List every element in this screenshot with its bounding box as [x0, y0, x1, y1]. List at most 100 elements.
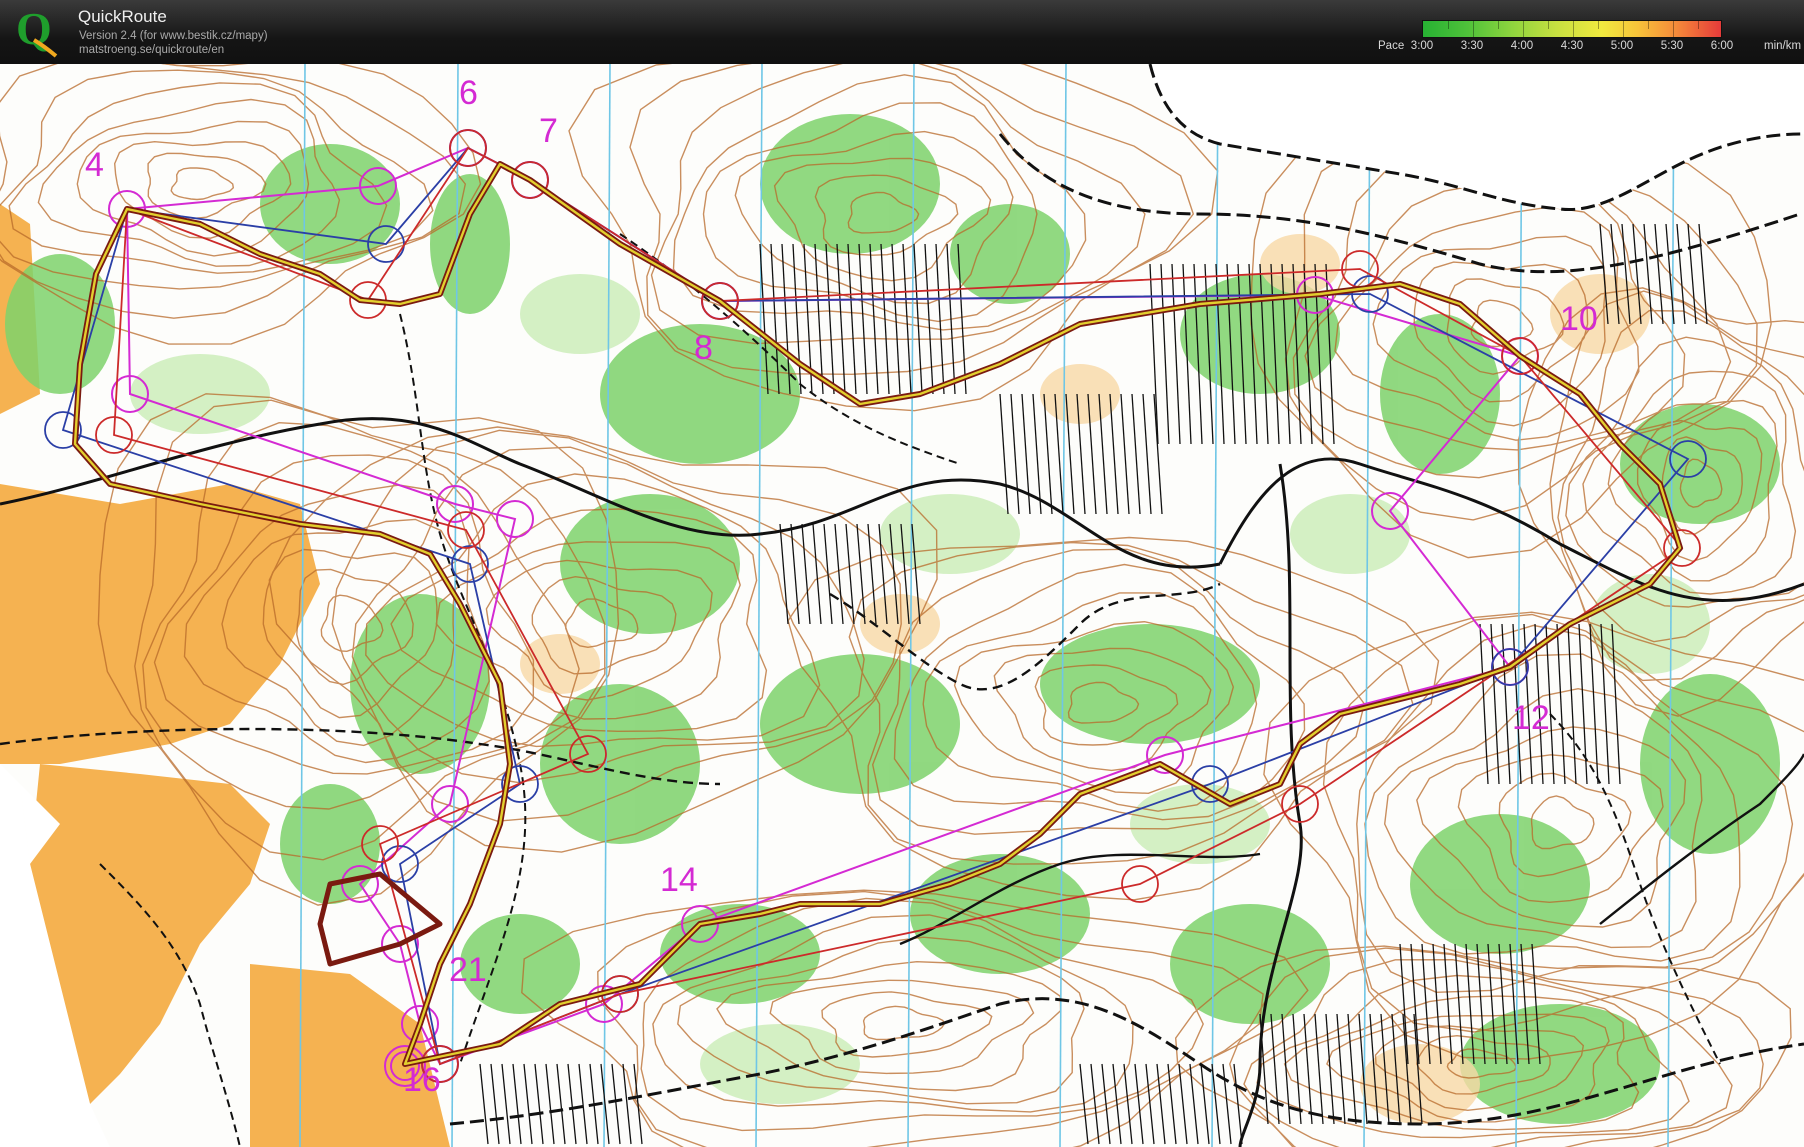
control-number-label: 14: [660, 861, 698, 899]
hatch-line: [1134, 1063, 1144, 1145]
hatch-line: [812, 523, 822, 625]
hatch-line: [633, 1063, 643, 1145]
map-canvas[interactable]: 4 6 7 8 10 12 14 16 21: [0, 64, 1804, 1147]
hatch-line: [1101, 1063, 1111, 1145]
orienteering-map[interactable]: 4 6 7 8 10 12 14 16 21: [0, 64, 1804, 1147]
hatch-line: [1314, 1013, 1324, 1125]
pace-scale-tick: [1673, 21, 1674, 37]
pace-legend: Pace 3:00 3:30 4:00 4:30 5:00 5:30 6:00 min/km: [1378, 8, 1802, 58]
hatch-line: [611, 1063, 621, 1145]
hatch-line: [1200, 1063, 1210, 1145]
hatch-line: [1153, 393, 1163, 515]
hatch-line: [1120, 393, 1130, 515]
app-version: Version 2.4 (for www.bestik.cz/mapy): [79, 30, 268, 42]
hatch-line: [869, 243, 879, 395]
contour-line: [862, 1005, 945, 1041]
hatch-line: [512, 1063, 522, 1145]
hatch-line: [1160, 263, 1170, 445]
hatch-line: [1567, 623, 1577, 785]
app-url: matstroeng.se/quickroute/en: [79, 44, 225, 56]
pace-scale-minor-tick: [1448, 21, 1449, 29]
pace-scale-tick: [1623, 21, 1624, 37]
control-number-label: 8: [694, 329, 713, 367]
hatch-line: [1654, 223, 1664, 325]
control-number-label: 10: [1560, 300, 1598, 338]
pace-tick-label: 4:30: [1560, 40, 1584, 52]
pace-scale-minor-tick: [1598, 21, 1599, 29]
pace-scale-minor-tick: [1648, 21, 1649, 29]
pace-tick-label: 3:30: [1460, 40, 1484, 52]
hatch-line: [501, 1063, 511, 1145]
pace-scale-tick: [1573, 21, 1574, 37]
hatch-line: [1303, 1013, 1313, 1125]
control-number-label: 21: [449, 951, 487, 989]
hatch-line: [1189, 1063, 1199, 1145]
hatch-line: [490, 1063, 500, 1145]
pace-tick-label: 6:00: [1710, 40, 1734, 52]
control-number-label: 7: [539, 112, 558, 150]
pace-scale-minor-tick: [1498, 21, 1499, 29]
hatch-line: [1270, 1013, 1280, 1125]
contour-line: [147, 152, 267, 220]
control-number-label: 12: [1512, 699, 1550, 737]
hatch-line: [1281, 1013, 1291, 1125]
app-title: QuickRoute: [78, 7, 167, 26]
hatch-line: [1336, 1013, 1346, 1125]
pace-scale-minor-tick: [1548, 21, 1549, 29]
hatch-line: [578, 1063, 588, 1145]
pace-scale-tick: [1523, 21, 1524, 37]
hatch-line: [836, 243, 846, 395]
hatch-line: [999, 393, 1009, 515]
hatch-line: [1589, 623, 1599, 785]
map-border-area: [1150, 64, 1804, 210]
hatch-line: [801, 523, 811, 625]
hatch-line: [790, 523, 800, 625]
pace-tick-label: 3:00: [1410, 40, 1434, 52]
hatch-line: [1131, 393, 1141, 515]
hatch-line: [1142, 393, 1152, 515]
control-number-label: 4: [85, 146, 104, 184]
pace-legend-prefix: Pace: [1378, 40, 1405, 52]
hatch-line: [1222, 1063, 1232, 1145]
hatch-line: [1167, 1063, 1177, 1145]
pace-legend-unit: min/km: [1764, 40, 1802, 52]
pace-color-scale: [1422, 20, 1722, 38]
hatch-line: [847, 243, 857, 395]
hatch-line: [556, 1063, 566, 1145]
quickroute-logo-icon: Q: [16, 6, 58, 58]
pace-tick-label: 5:30: [1660, 40, 1684, 52]
hatch-line: [523, 1063, 533, 1145]
pace-scale-tick: [1473, 21, 1474, 37]
hatch-line: [935, 243, 945, 395]
hatch-line: [1347, 1013, 1357, 1125]
hatch-line: [534, 1063, 544, 1145]
green-area: [1040, 624, 1260, 744]
hatch-line: [1479, 623, 1489, 785]
hatch-line: [858, 243, 868, 395]
hatch-line: [545, 1063, 555, 1145]
hatch-line: [1123, 1063, 1133, 1145]
hatch-line: [1010, 393, 1020, 515]
green-area: [560, 494, 740, 634]
hatch-line: [1178, 1063, 1188, 1145]
pace-scale-minor-tick: [1698, 21, 1699, 29]
hatch-line: [1090, 1063, 1100, 1145]
pace-tick-label: 5:00: [1610, 40, 1634, 52]
hatch-line: [1233, 1063, 1243, 1145]
hatch-line: [567, 1063, 577, 1145]
control-number-label: 16: [403, 1061, 441, 1099]
hatch-line: [779, 523, 789, 625]
quickroute-window: Q QuickRoute Version 2.4 (for www.bestik…: [0, 0, 1804, 1147]
app-header: Q QuickRoute Version 2.4 (for www.bestik…: [0, 0, 1804, 64]
hatch-line: [834, 523, 844, 625]
hatch-line: [1676, 223, 1686, 325]
green-area: [1410, 814, 1590, 954]
control-number-label: 6: [459, 74, 478, 112]
hatch-line: [1109, 393, 1119, 515]
hatch-line: [1149, 263, 1159, 445]
hatch-line: [479, 1063, 489, 1145]
hatch-line: [622, 1063, 632, 1145]
pace-tick-label: 4:00: [1510, 40, 1534, 52]
hatch-line: [1556, 623, 1566, 785]
hatch-line: [1501, 623, 1511, 785]
